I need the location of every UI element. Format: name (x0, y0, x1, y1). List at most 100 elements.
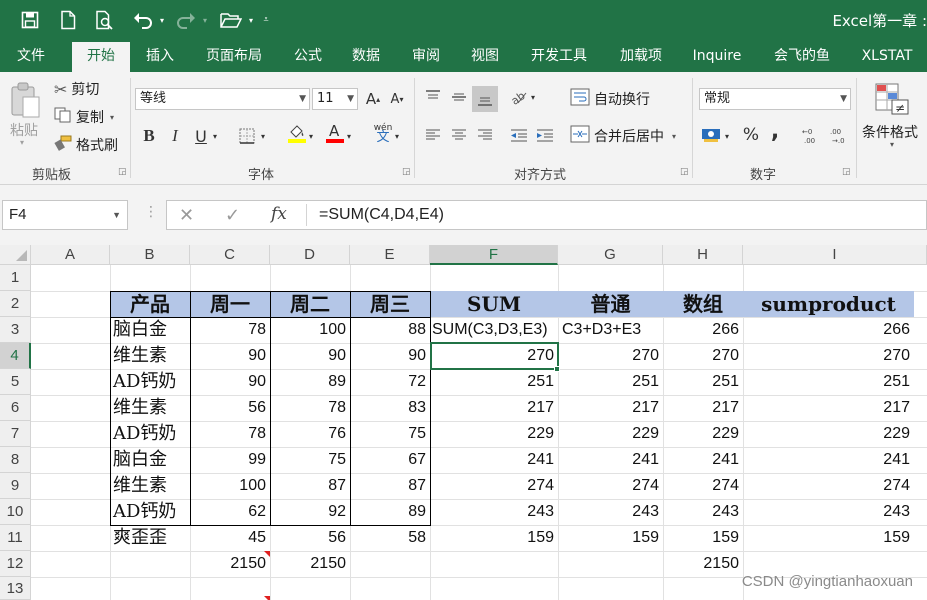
header-cell-array[interactable]: 数组 (663, 291, 743, 317)
cell-tue[interactable]: 100 (270, 317, 350, 343)
row-header-4[interactable]: 4 (0, 343, 31, 369)
format-painter-button[interactable]: 格式刷 (54, 135, 118, 155)
tab-page-layout[interactable]: 页面布局 (196, 40, 272, 72)
row-header-6[interactable]: 6 (0, 395, 31, 421)
paste-button-label[interactable]: 粘贴 (10, 120, 38, 140)
cell-wed[interactable]: 88 (350, 317, 430, 343)
phonetic-dropdown-icon[interactable]: ▾ (392, 125, 402, 147)
cell-tue[interactable]: 75 (270, 447, 350, 473)
cell-wed[interactable]: 87 (350, 473, 430, 499)
conditional-format-dropdown-icon[interactable]: ▾ (890, 140, 894, 149)
cell-normal[interactable]: 274 (558, 473, 663, 499)
paste-icon[interactable] (8, 80, 42, 120)
cell-wed[interactable]: 83 (350, 395, 430, 421)
cell-product[interactable]: 脑白金 (110, 317, 190, 343)
cell-sumproduct[interactable]: 241 (743, 447, 914, 473)
cell-array[interactable]: 251 (663, 369, 743, 395)
align-right-icon[interactable] (474, 124, 496, 146)
cell-normal[interactable]: 217 (558, 395, 663, 421)
cell-sumproduct[interactable]: 159 (743, 525, 914, 551)
orientation-icon[interactable]: ab (508, 86, 530, 108)
column-header-a[interactable]: A (31, 245, 110, 265)
row-header-2[interactable]: 2 (0, 291, 31, 317)
total-cell-tue[interactable]: 2150 (270, 551, 350, 577)
redo-icon[interactable] (173, 8, 199, 32)
cell-sumproduct[interactable]: 266 (743, 317, 914, 343)
save-icon[interactable] (18, 8, 42, 32)
cell-normal[interactable]: 270 (558, 343, 663, 369)
header-cell-wed[interactable]: 周三 (350, 291, 430, 317)
underline-icon[interactable]: U (190, 125, 212, 147)
cell-tue[interactable]: 87 (270, 473, 350, 499)
cell-sum[interactable]: 229 (430, 421, 558, 447)
bold-icon[interactable]: B (138, 125, 160, 147)
cell-normal[interactable]: 251 (558, 369, 663, 395)
border-dropdown-icon[interactable]: ▾ (258, 125, 268, 147)
header-cell-normal[interactable]: 普通 (558, 291, 663, 317)
cell-wed[interactable]: 72 (350, 369, 430, 395)
cell-mon[interactable]: 90 (190, 343, 270, 369)
cell-normal[interactable]: 229 (558, 421, 663, 447)
tab-view[interactable]: 视图 (461, 40, 509, 72)
cell-array[interactable]: 241 (663, 447, 743, 473)
row-header-11[interactable]: 11 (0, 525, 31, 551)
cell-sumproduct[interactable]: 270 (743, 343, 914, 369)
undo-icon[interactable] (130, 8, 156, 32)
print-preview-icon[interactable] (93, 8, 117, 32)
column-header-i[interactable]: I (743, 245, 927, 265)
cell-array[interactable]: 159 (663, 525, 743, 551)
redo-dropdown-icon[interactable]: ▾ (200, 8, 210, 32)
tab-home[interactable]: 开始 (72, 42, 130, 72)
copy-button[interactable]: 复制 ▾ (54, 107, 114, 127)
cell-sum[interactable]: SUM(C3,D3,E3) (430, 317, 558, 343)
cell-sumproduct[interactable]: 243 (743, 499, 914, 525)
cell-sum[interactable]: 243 (430, 499, 558, 525)
paste-dropdown-icon[interactable]: ▾ (20, 138, 24, 147)
increase-font-icon[interactable]: A ▴ (362, 88, 384, 110)
cell-mon[interactable]: 99 (190, 447, 270, 473)
row-header-3[interactable]: 3 (0, 317, 31, 343)
align-middle-icon[interactable] (448, 86, 470, 108)
cell-product[interactable]: 维生素 (110, 395, 190, 421)
font-launcher-icon[interactable]: ◲ (402, 168, 411, 177)
conditional-format-label[interactable]: 条件格式 (862, 122, 918, 142)
insert-function-icon[interactable]: fx (271, 204, 287, 224)
tab-inquire[interactable]: Inquire (684, 40, 750, 72)
header-cell-mon[interactable]: 周一 (190, 291, 270, 317)
tab-review[interactable]: 审阅 (402, 40, 450, 72)
row-header-10[interactable]: 10 (0, 499, 31, 525)
header-cell-product[interactable]: 产品 (110, 291, 190, 317)
cell-mon[interactable]: 100 (190, 473, 270, 499)
cell-array[interactable]: 274 (663, 473, 743, 499)
column-header-f[interactable]: F (430, 245, 558, 265)
fill-color-dropdown-icon[interactable]: ▾ (306, 125, 316, 147)
cell-tue[interactable]: 92 (270, 499, 350, 525)
font-name-combo[interactable]: 等线 ▼ (135, 88, 310, 110)
cell-normal[interactable]: 243 (558, 499, 663, 525)
cell-product[interactable]: AD钙奶 (110, 369, 190, 395)
tab-custom[interactable]: 会飞的鱼 (762, 40, 842, 72)
decrease-decimal-icon[interactable]: .00 →.0 (828, 124, 852, 146)
tab-developer[interactable]: 开发工具 (519, 40, 599, 72)
number-launcher-icon[interactable]: ◲ (842, 168, 851, 177)
align-bottom-icon[interactable] (472, 86, 498, 112)
row-header-5[interactable]: 5 (0, 369, 31, 395)
font-size-combo[interactable]: 11 ▼ (312, 88, 358, 110)
row-header-12[interactable]: 12 (0, 551, 31, 577)
cut-button[interactable]: ✂ 剪切 (54, 79, 99, 99)
merge-center-button[interactable]: 合并后居中 ▾ (570, 125, 676, 147)
comment-marker[interactable] (264, 551, 270, 557)
cell-tue[interactable]: 56 (270, 525, 350, 551)
cell-array[interactable]: 270 (663, 343, 743, 369)
name-box[interactable]: F4 ▼ (2, 200, 128, 230)
row-header-1[interactable]: 1 (0, 265, 31, 291)
decrease-indent-icon[interactable] (508, 124, 530, 146)
tab-data[interactable]: 数据 (342, 40, 390, 72)
cell-array[interactable]: 266 (663, 317, 743, 343)
cell-product[interactable]: 脑白金 (110, 447, 190, 473)
tab-file[interactable]: 文件 (6, 40, 56, 72)
font-color-icon[interactable]: A (324, 122, 346, 144)
cell-array[interactable]: 243 (663, 499, 743, 525)
row-header-8[interactable]: 8 (0, 447, 31, 473)
customize-toolbar-icon[interactable]: ⩡ (260, 8, 272, 32)
